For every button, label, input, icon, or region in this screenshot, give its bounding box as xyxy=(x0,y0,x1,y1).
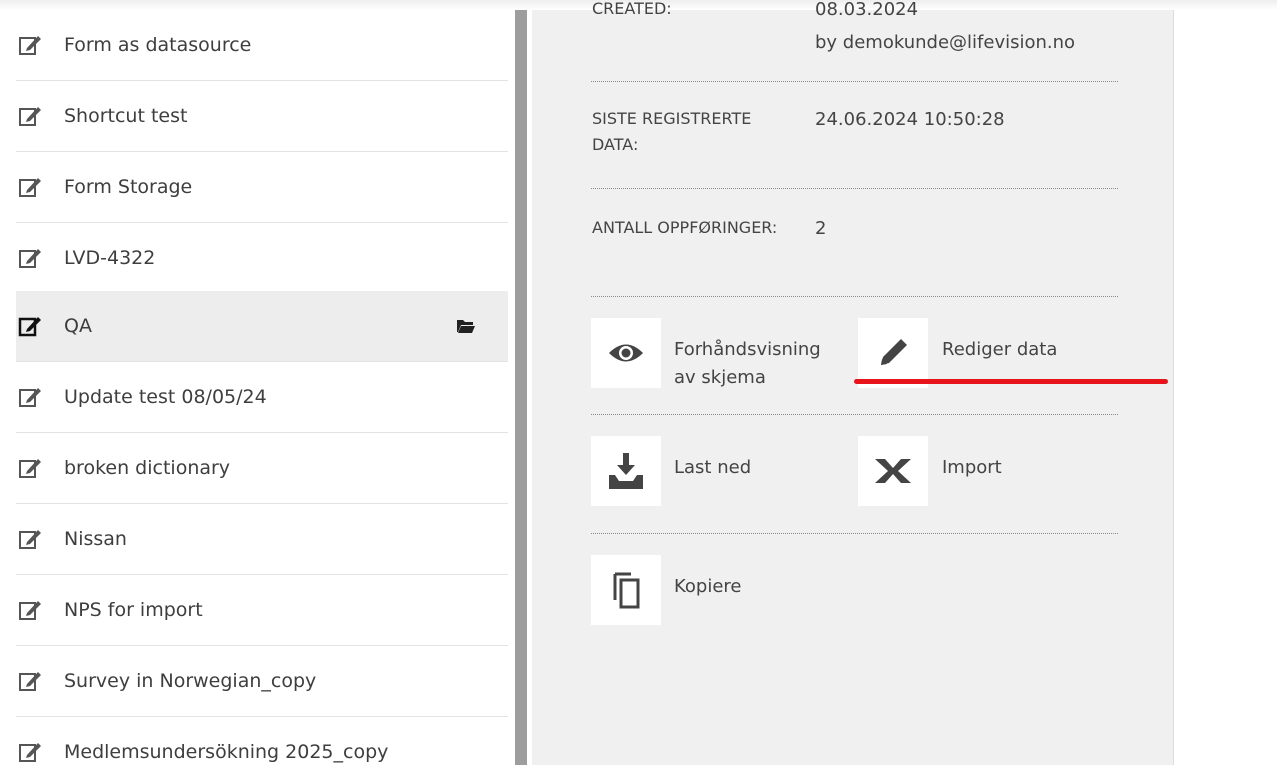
import-button[interactable] xyxy=(858,436,928,506)
list-item-label: Form Storage xyxy=(64,176,193,198)
form-list: Form as datasource Shortcut test Form St… xyxy=(16,10,508,765)
folder-open-icon[interactable] xyxy=(457,319,475,333)
list-item-label: Form as datasource xyxy=(64,34,252,56)
list-item[interactable]: Survey in Norwegian_copy xyxy=(16,646,508,717)
list-item-label: LVD-4322 xyxy=(64,247,156,269)
edit-data-button[interactable] xyxy=(858,318,928,388)
edit-icon xyxy=(19,601,41,620)
copy-label[interactable]: Kopiere xyxy=(674,573,742,601)
divider xyxy=(591,81,1118,82)
list-item[interactable]: broken dictionary xyxy=(16,433,508,504)
list-item-label: Medlemsundersökning 2025_copy xyxy=(64,741,389,763)
edit-icon xyxy=(18,317,41,337)
copy-icon xyxy=(613,572,640,609)
list-scrollbar[interactable] xyxy=(515,10,527,765)
detail-panel: CREATED: 08.03.2024 by demokunde@lifevis… xyxy=(532,0,1174,765)
list-item[interactable]: Update test 08/05/24 xyxy=(16,362,508,433)
edit-icon xyxy=(19,107,41,126)
excel-icon xyxy=(875,459,911,483)
download-button[interactable] xyxy=(591,436,661,506)
edit-icon xyxy=(19,249,41,268)
count-label: ANTALL OPPFØRINGER: xyxy=(592,218,778,237)
copy-button[interactable] xyxy=(591,555,661,625)
preview-label: Forhåndsvisning av skjema xyxy=(674,339,821,388)
edit-data-label[interactable]: Rediger data xyxy=(942,336,1057,364)
divider xyxy=(591,414,1118,415)
download-label[interactable]: Last ned xyxy=(674,454,751,482)
edit-icon xyxy=(19,530,41,549)
last-data-label: SISTE REGISTRERTE DATA: xyxy=(592,109,752,154)
import-label[interactable]: Import xyxy=(942,454,1002,482)
created-label: CREATED: xyxy=(592,0,672,18)
divider xyxy=(591,188,1118,189)
last-data-value: 24.06.2024 10:50:28 xyxy=(815,109,1005,130)
download-icon xyxy=(609,453,643,489)
highlight-underline xyxy=(854,379,1168,384)
pencil-icon xyxy=(881,339,907,365)
created-by: by demokunde@lifevision.no xyxy=(815,32,1076,53)
divider xyxy=(591,533,1118,534)
list-item-label: Nissan xyxy=(64,528,127,550)
count-value: 2 xyxy=(815,218,827,239)
preview-button[interactable] xyxy=(591,318,661,388)
list-item[interactable]: Nissan xyxy=(16,504,508,575)
list-item[interactable]: NPS for import xyxy=(16,575,508,646)
list-item[interactable]: Shortcut test xyxy=(16,81,508,152)
list-item-label: NPS for import xyxy=(64,599,203,621)
list-item-label: Survey in Norwegian_copy xyxy=(64,670,317,692)
eye-icon xyxy=(609,344,643,362)
list-item-selected[interactable]: QA xyxy=(16,291,508,362)
list-item[interactable]: LVD-4322 xyxy=(16,223,508,294)
list-item[interactable]: Medlemsundersökning 2025_copy xyxy=(16,717,508,765)
divider xyxy=(591,296,1118,297)
created-date: 08.03.2024 xyxy=(815,0,919,20)
edit-icon xyxy=(19,36,41,55)
list-item-label: Shortcut test xyxy=(64,105,188,127)
list-item[interactable]: Form Storage xyxy=(16,152,508,223)
list-item-label: broken dictionary xyxy=(64,457,231,479)
list-item-label: Update test 08/05/24 xyxy=(64,386,267,408)
edit-icon xyxy=(19,178,41,197)
edit-icon xyxy=(19,388,41,407)
edit-icon xyxy=(19,459,41,478)
edit-icon xyxy=(19,743,41,762)
list-item[interactable]: Form as datasource xyxy=(16,10,508,81)
edit-icon xyxy=(19,672,41,691)
list-item-label: QA xyxy=(64,315,92,337)
